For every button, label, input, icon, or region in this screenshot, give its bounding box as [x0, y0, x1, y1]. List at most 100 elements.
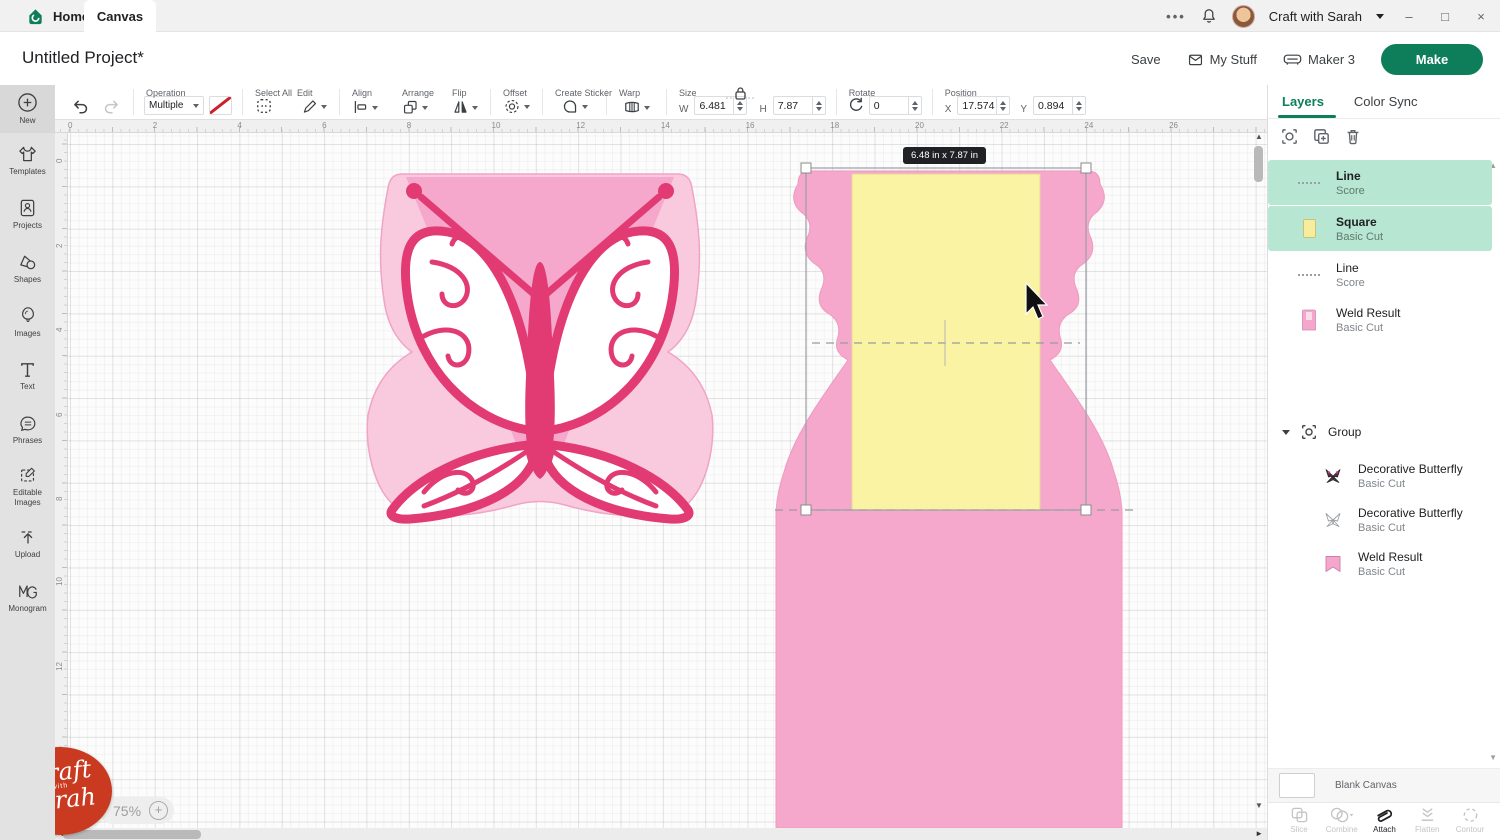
scroll-down-icon[interactable]: ▼	[1255, 801, 1263, 810]
layer-row-weld-result-1[interactable]: Weld Result Basic Cut	[1268, 297, 1492, 342]
account-name[interactable]: Craft with Sarah	[1269, 9, 1362, 24]
combine-button[interactable]: Combine	[1321, 806, 1363, 840]
sidebar-item-editable-images[interactable]: Editable Images	[0, 457, 55, 517]
overflow-menu-icon[interactable]: •••	[1166, 9, 1186, 24]
chevron-down-icon	[422, 106, 428, 113]
rotate-stepper[interactable]	[908, 97, 921, 114]
attach-label: Attach	[1373, 825, 1396, 834]
contour-button[interactable]: Contour	[1449, 806, 1491, 840]
operation-select[interactable]: Multiple	[144, 96, 204, 115]
make-button[interactable]: Make	[1381, 44, 1483, 75]
sidebar-item-text[interactable]: Text	[0, 349, 55, 403]
rotate-input[interactable]	[870, 100, 908, 112]
home-tab[interactable]: Home	[26, 0, 89, 32]
chevron-down-icon[interactable]	[1376, 14, 1384, 23]
position-x-prefix: X	[945, 104, 952, 115]
horizontal-scrollbar[interactable]: ◄ ►	[55, 828, 1267, 840]
sidebar-item-shapes[interactable]: Shapes	[0, 241, 55, 295]
scroll-right-icon[interactable]: ►	[1255, 829, 1263, 838]
position-x-stepper[interactable]	[996, 97, 1009, 114]
size-h-input[interactable]	[774, 100, 812, 112]
slice-button[interactable]: Slice	[1278, 806, 1320, 840]
attach-icon	[1374, 806, 1395, 824]
chevron-down-icon	[524, 105, 530, 112]
sidebar-item-templates[interactable]: Templates	[0, 133, 55, 187]
undo-button[interactable]	[69, 98, 92, 115]
arrange-button[interactable]	[400, 99, 430, 115]
chevron-down-icon[interactable]	[1282, 430, 1290, 439]
tab-layers[interactable]: Layers	[1282, 94, 1324, 109]
tab-color-sync[interactable]: Color Sync	[1354, 94, 1418, 109]
attach-button[interactable]: Attach	[1364, 806, 1406, 840]
offset-button[interactable]	[501, 98, 532, 115]
redo-button[interactable]	[100, 98, 123, 115]
layers-panel: Layers Color Sync ▲ ▼ Line Score Square	[1267, 85, 1500, 840]
rotate-field[interactable]	[869, 96, 922, 115]
flip-button[interactable]	[450, 99, 480, 115]
select-all-button[interactable]	[253, 97, 275, 115]
selection-handle-bottom-left[interactable]	[801, 505, 811, 515]
ruler-label: 4	[237, 121, 241, 130]
layer-row-line-score-2[interactable]: Line Score	[1268, 252, 1492, 297]
ruler-label: 18	[830, 121, 839, 130]
save-button[interactable]: Save	[1131, 52, 1161, 67]
selection-handle-top-left[interactable]	[801, 163, 811, 173]
design-canvas[interactable]: 6.48 in x 7.87 in 0246810121416182022242…	[55, 120, 1267, 840]
blank-canvas-row[interactable]: Blank Canvas	[1268, 768, 1500, 802]
horizontal-scrollbar-thumb[interactable]	[63, 830, 201, 839]
size-h-field[interactable]	[773, 96, 826, 115]
position-y-stepper[interactable]	[1072, 97, 1085, 114]
sidebar-item-label: Text	[20, 382, 35, 392]
window-close-button[interactable]: ×	[1470, 9, 1492, 24]
delete-layer-icon[interactable]	[1344, 127, 1362, 151]
zoom-in-button[interactable]: +	[149, 801, 168, 820]
butterfly-group[interactable]	[367, 174, 713, 519]
layer-row-decorative-butterfly-1[interactable]: Decorative Butterfly Basic Cut	[1268, 453, 1492, 498]
vertical-scrollbar-thumb[interactable]	[1254, 146, 1263, 182]
color-swatch-button[interactable]	[209, 96, 232, 115]
panel-scroll-down-icon[interactable]: ▼	[1489, 753, 1497, 762]
layer-row-weld-result-2[interactable]: Weld Result Basic Cut	[1268, 541, 1492, 586]
canvas-color-swatch[interactable]	[1279, 773, 1315, 798]
rotate-icon[interactable]	[847, 96, 865, 114]
align-button[interactable]	[350, 99, 380, 115]
avatar[interactable]	[1232, 5, 1255, 28]
layer-row-square[interactable]: Square Basic Cut	[1268, 206, 1492, 251]
selection-handle-bottom-right[interactable]	[1081, 505, 1091, 515]
window-minimize-button[interactable]: –	[1398, 9, 1420, 24]
size-w-input[interactable]	[695, 100, 733, 112]
logo-word: Sarah	[55, 785, 113, 816]
edit-button[interactable]	[299, 98, 329, 115]
sidebar-item-label: Images	[14, 329, 40, 339]
sidebar-item-projects[interactable]: Projects	[0, 187, 55, 241]
sidebar-item-new[interactable]: New	[0, 85, 55, 133]
speech-bubble-icon	[18, 414, 38, 433]
select-layers-icon[interactable]	[1280, 127, 1299, 151]
size-h-stepper[interactable]	[812, 97, 825, 114]
layer-group-row[interactable]: Group	[1268, 412, 1492, 452]
sidebar-item-images[interactable]: Images	[0, 295, 55, 349]
position-y-input[interactable]	[1034, 100, 1072, 112]
position-x-input[interactable]	[958, 100, 996, 112]
sidebar-item-phrases[interactable]: Phrases	[0, 403, 55, 457]
machine-select-button[interactable]: Maker 3	[1283, 52, 1355, 67]
layer-row-line-score-1[interactable]: Line Score	[1268, 160, 1492, 205]
layer-row-decorative-butterfly-2[interactable]: Decorative Butterfly Basic Cut	[1268, 497, 1492, 542]
vertical-scrollbar[interactable]: ▲ ▼	[1254, 134, 1264, 824]
warp-button[interactable]	[621, 99, 652, 115]
lock-icon[interactable]	[725, 86, 755, 100]
duplicate-layer-icon[interactable]	[1312, 127, 1331, 151]
selection-handle-top-right[interactable]	[1081, 163, 1091, 173]
bell-icon[interactable]	[1200, 7, 1218, 25]
sidebar-item-upload[interactable]: Upload	[0, 517, 55, 571]
window-maximize-button[interactable]: □	[1434, 9, 1456, 24]
sidebar-item-monogram[interactable]: Monogram	[0, 571, 55, 625]
yellow-square-shape[interactable]	[852, 174, 1040, 510]
scroll-up-icon[interactable]: ▲	[1255, 132, 1263, 141]
flatten-button[interactable]: Flatten	[1406, 806, 1448, 840]
position-y-field[interactable]	[1033, 96, 1086, 115]
my-stuff-button[interactable]: My Stuff	[1187, 51, 1257, 68]
canvas-tab[interactable]: Canvas	[84, 0, 156, 32]
create-sticker-button[interactable]	[559, 98, 590, 115]
position-x-field[interactable]	[957, 96, 1010, 115]
